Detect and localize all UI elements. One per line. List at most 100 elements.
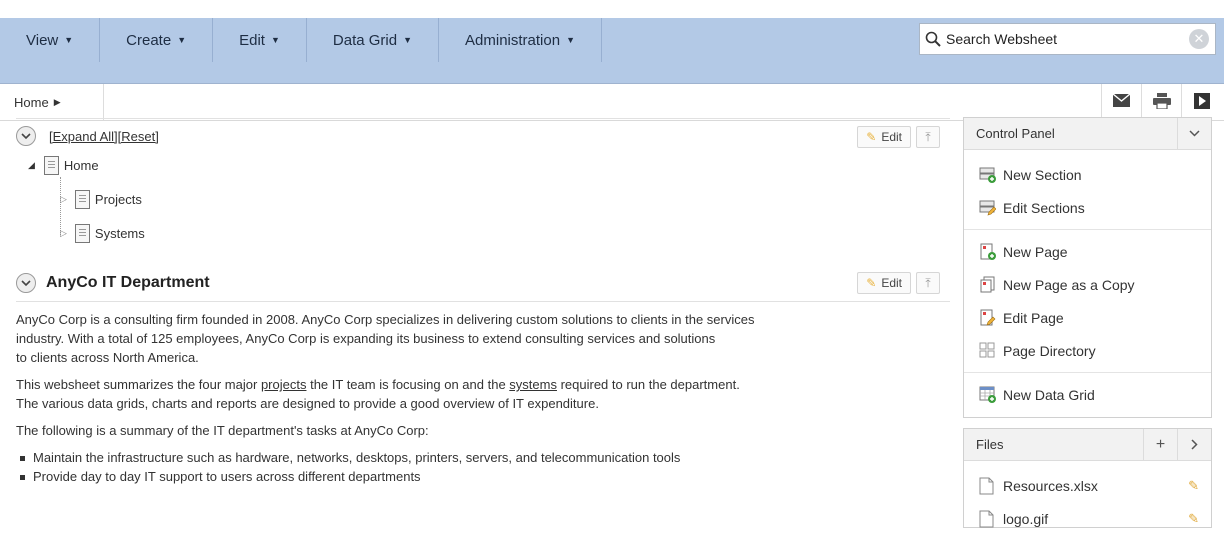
section-title: AnyCo IT Department (46, 274, 210, 291)
collapse-toggle[interactable] (16, 126, 36, 146)
file-icon (979, 510, 996, 528)
tree-edit-button[interactable]: ✎ Edit (857, 126, 911, 148)
section-body: AnyCo Corp is a consulting firm founded … (16, 310, 950, 486)
menu-create[interactable]: Create ▼ (100, 18, 214, 62)
new-section-label: New Section (1003, 166, 1082, 183)
menu-data-grid-label: Data Grid (332, 31, 398, 49)
top-band (0, 0, 1224, 18)
menu-data-grid[interactable]: Data Grid ▼ (307, 18, 440, 62)
search-icon (920, 31, 946, 47)
page-directory-icon (979, 342, 996, 359)
menu-create-label: Create (126, 31, 172, 49)
collapse-toggle[interactable] (16, 273, 36, 293)
menu-edit[interactable]: Edit ▼ (213, 18, 307, 62)
divider (964, 229, 1211, 230)
menu-administration-label: Administration (465, 31, 561, 49)
pencil-icon[interactable]: ✎ (1188, 478, 1199, 494)
caret-down-icon: ▼ (177, 35, 187, 45)
collapsed-triangle-icon: ▷ (60, 193, 67, 204)
edit-label: Edit (881, 276, 902, 290)
edit-page-link[interactable]: Edit Page (964, 301, 1211, 334)
caret-down-icon: ▼ (566, 35, 575, 45)
add-file-button[interactable]: + (1143, 429, 1177, 460)
divider (964, 372, 1211, 373)
edit-label: Edit (881, 130, 902, 144)
files-panel-title: Files (976, 437, 1004, 452)
expanded-triangle-icon: ◢ (28, 159, 35, 170)
arrow-up-icon: ⤒ (925, 129, 931, 144)
files-panel: Files + Resources.xlsx ✎ logo.gif ✎ (963, 428, 1212, 528)
caret-down-icon: ▼ (64, 35, 74, 45)
tree-node-label: Systems (94, 225, 145, 241)
main-content: [Expand All] [Reset] ✎ Edit ⤒ ◢ Home ▷ Pr… (16, 118, 950, 486)
page-directory-link[interactable]: Page Directory (964, 334, 1211, 367)
envelope-icon (1112, 93, 1131, 110)
file-name: Resources.xlsx (1003, 477, 1098, 494)
tree-node-label: Home (63, 157, 99, 173)
new-data-grid-label: New Data Grid (1003, 386, 1095, 403)
plus-icon: + (1155, 435, 1166, 453)
tree-node-projects[interactable]: ▷ Projects (60, 187, 142, 211)
file-name: logo.gif (1003, 510, 1049, 527)
control-panel-body: New Section Edit Sections New Page New P… (964, 150, 1211, 411)
email-button[interactable] (1101, 84, 1141, 120)
page-icon (74, 223, 90, 243)
file-item[interactable]: Resources.xlsx ✎ (964, 469, 1211, 502)
search-box: ✕ (919, 23, 1216, 55)
list-item: Provide day to day IT support to users a… (20, 467, 950, 486)
menu-administration[interactable]: Administration ▼ (439, 18, 602, 62)
new-page-copy-link[interactable]: New Page as a Copy (964, 268, 1211, 301)
control-panel: Control Panel New Section Edit Sections … (963, 117, 1212, 418)
text: AnyCo Corp is a consulting firm founded … (16, 312, 755, 327)
file-item[interactable]: logo.gif ✎ (964, 502, 1211, 535)
top-menu-bar: View ▼ Create ▼ Edit ▼ Data Grid ▼ Administr… (0, 0, 1224, 84)
caret-right-icon: ▶ (53, 96, 61, 107)
paragraph: The following is a summary of the IT dep… (16, 421, 950, 440)
files-panel-header: Files + (964, 429, 1211, 461)
pencil-icon[interactable]: ✎ (1188, 511, 1199, 527)
caret-down-icon: ▼ (270, 35, 280, 45)
text: industry. With a total of 125 employees,… (16, 331, 716, 346)
systems-link[interactable]: systems (509, 377, 557, 392)
data-grid-icon (979, 386, 996, 403)
chevron-down-icon (1189, 130, 1200, 137)
new-page-label: New Page (1003, 243, 1068, 260)
back-to-top-button[interactable]: ⤒ (916, 272, 940, 294)
caret-down-icon: ▼ (403, 35, 413, 45)
clear-search-icon[interactable]: ✕ (1189, 29, 1209, 49)
page-icon (74, 189, 90, 209)
files-more-button[interactable] (1177, 429, 1211, 460)
new-page-icon (979, 243, 996, 260)
edit-sections-icon (979, 199, 997, 216)
new-section-link[interactable]: New Section (964, 158, 1211, 191)
menu-view[interactable]: View ▼ (0, 18, 101, 62)
new-page-link[interactable]: New Page (964, 235, 1211, 268)
new-data-grid-link[interactable]: New Data Grid (964, 378, 1211, 411)
search-input[interactable] (946, 25, 1189, 53)
page-tree: ◢ Home ▷ Projects ▷ Systems (16, 153, 950, 265)
control-panel-header: Control Panel (964, 118, 1211, 150)
presentation-mode-button[interactable] (1181, 84, 1221, 120)
back-to-top-button[interactable]: ⤒ (916, 126, 940, 148)
collapse-panel-button[interactable] (1177, 118, 1211, 149)
menu-view-label: View (26, 31, 59, 49)
reset-link[interactable]: [Reset] (118, 129, 159, 144)
section-header: AnyCo IT Department ✎ Edit ⤒ (16, 265, 950, 301)
breadcrumb[interactable]: Home ▶ (0, 84, 104, 120)
tree-node-home[interactable]: ◢ Home (28, 153, 99, 177)
tree-node-label: Projects (94, 191, 142, 207)
expand-all-link[interactable]: [Expand All] (49, 129, 118, 144)
chevron-down-icon (21, 279, 31, 286)
tree-node-systems[interactable]: ▷ Systems (60, 221, 145, 245)
chevron-down-icon (21, 132, 31, 139)
projects-link[interactable]: projects (261, 377, 307, 392)
section-edit-button[interactable]: ✎ Edit (857, 272, 911, 294)
print-button[interactable] (1141, 84, 1181, 120)
tree-region-header: [Expand All] [Reset] ✎ Edit ⤒ (16, 119, 950, 153)
edit-sections-label: Edit Sections (1003, 199, 1085, 216)
list-item: Maintain the infrastructure such as hard… (20, 448, 950, 467)
new-section-icon (979, 166, 996, 183)
menu-edit-label: Edit (239, 31, 265, 49)
edit-sections-link[interactable]: Edit Sections (964, 191, 1211, 224)
paragraph: This websheet summarizes the four major … (16, 375, 950, 413)
